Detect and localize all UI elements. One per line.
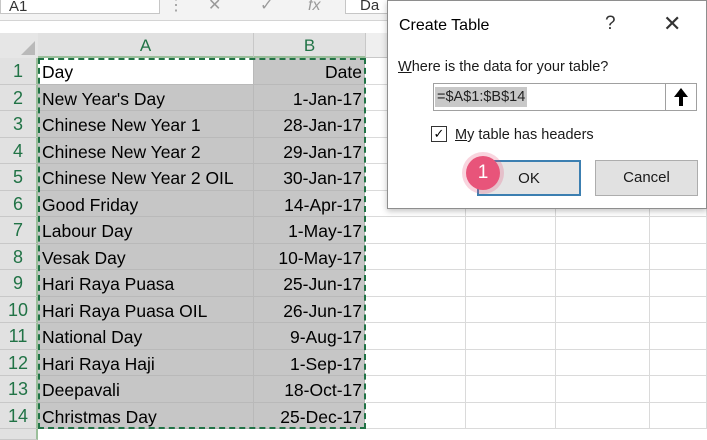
empty-cell[interactable] bbox=[556, 243, 650, 270]
row-header[interactable]: 11 bbox=[0, 323, 38, 350]
empty-cell[interactable] bbox=[650, 270, 707, 297]
empty-cell[interactable] bbox=[556, 217, 650, 244]
table-cell[interactable]: Vesak Day bbox=[38, 243, 254, 270]
row-header[interactable]: 12 bbox=[0, 349, 38, 376]
table-cell[interactable]: 14-Apr-17 bbox=[254, 190, 365, 217]
empty-cell[interactable] bbox=[466, 243, 556, 270]
checkbox-checked-icon[interactable]: ✓ bbox=[431, 126, 447, 142]
table-cell[interactable]: 1-May-17 bbox=[254, 217, 365, 244]
table-cell[interactable]: Date bbox=[254, 58, 365, 85]
empty-cell[interactable] bbox=[366, 243, 466, 270]
empty-cell[interactable] bbox=[556, 349, 650, 376]
table-cell[interactable]: Deepavali bbox=[38, 376, 254, 403]
table-cell[interactable]: 25-Jun-17 bbox=[254, 270, 365, 297]
empty-cell[interactable] bbox=[366, 217, 466, 244]
insert-function-button[interactable]: fx bbox=[308, 0, 320, 14]
table-cell[interactable]: 29-Jan-17 bbox=[254, 137, 365, 164]
column-header-a[interactable]: A bbox=[38, 33, 254, 58]
row-header[interactable]: 1 bbox=[0, 58, 38, 85]
row-header[interactable]: 7 bbox=[0, 217, 38, 244]
table-cell[interactable]: Hari Raya Haji bbox=[38, 349, 254, 376]
table-cell[interactable]: 1-Jan-17 bbox=[254, 84, 365, 111]
enter-entry-icon[interactable]: ✓ bbox=[260, 0, 273, 14]
more-options-icon[interactable]: ⋮ bbox=[168, 0, 184, 14]
empty-cell[interactable] bbox=[650, 217, 707, 244]
empty-cell[interactable] bbox=[366, 323, 466, 350]
cancel-entry-icon[interactable]: ✕ bbox=[208, 0, 221, 14]
empty-cell[interactable] bbox=[650, 296, 707, 323]
empty-cell[interactable] bbox=[366, 270, 466, 297]
empty-cell[interactable] bbox=[650, 243, 707, 270]
table-cell[interactable]: National Day bbox=[38, 323, 254, 350]
table-cell[interactable]: Christmas Day bbox=[38, 402, 254, 429]
row-header[interactable]: 10 bbox=[0, 296, 38, 323]
table-cell[interactable]: 1-Sep-17 bbox=[254, 349, 365, 376]
table-cell[interactable]: 30-Jan-17 bbox=[254, 164, 365, 191]
headers-checkbox-label[interactable]: My table has headers bbox=[455, 127, 594, 143]
empty-cell[interactable] bbox=[650, 349, 707, 376]
row-header[interactable]: 2 bbox=[0, 84, 38, 111]
table-cell[interactable]: Chinese New Year 2 OIL bbox=[38, 164, 254, 191]
empty-cell[interactable] bbox=[466, 323, 556, 350]
empty-cell[interactable] bbox=[366, 376, 466, 403]
help-icon[interactable]: ? bbox=[605, 13, 616, 35]
row-header[interactable]: 8 bbox=[0, 243, 38, 270]
row-header[interactable]: 9 bbox=[0, 270, 38, 297]
row-header[interactable]: 3 bbox=[0, 111, 38, 138]
empty-cell[interactable] bbox=[650, 323, 707, 350]
table-cell[interactable]: 9-Aug-17 bbox=[254, 323, 365, 350]
empty-cell[interactable] bbox=[650, 402, 707, 429]
empty-cell[interactable] bbox=[650, 376, 707, 403]
empty-cell[interactable] bbox=[556, 376, 650, 403]
table-cell[interactable]: 28-Jan-17 bbox=[254, 111, 365, 138]
step-badge: 1 bbox=[466, 156, 500, 190]
table-cell[interactable]: New Year's Day bbox=[38, 84, 254, 111]
column-header-b[interactable]: B bbox=[254, 33, 366, 58]
row-header[interactable]: 5 bbox=[0, 164, 38, 191]
row-header[interactable] bbox=[0, 429, 38, 440]
cancel-button[interactable]: Cancel bbox=[595, 160, 698, 196]
create-table-dialog: Create Table ? ✕ Where is the data for y… bbox=[387, 0, 707, 209]
empty-cell[interactable] bbox=[466, 376, 556, 403]
empty-cell[interactable] bbox=[366, 296, 466, 323]
table-range-input[interactable]: =$A$1:$B$14 bbox=[433, 83, 697, 111]
table-cell[interactable]: Hari Raya Puasa bbox=[38, 270, 254, 297]
empty-cell[interactable] bbox=[366, 402, 466, 429]
empty-cell[interactable] bbox=[466, 349, 556, 376]
table-cell[interactable]: Day bbox=[38, 58, 254, 85]
empty-cell[interactable] bbox=[556, 323, 650, 350]
row-header[interactable]: 14 bbox=[0, 402, 38, 429]
range-value[interactable]: =$A$1:$B$14 bbox=[435, 87, 528, 107]
empty-cell[interactable] bbox=[466, 270, 556, 297]
row-header[interactable]: 4 bbox=[0, 137, 38, 164]
range-question-label: Where is the data for your table? bbox=[398, 59, 609, 75]
empty-cell[interactable] bbox=[466, 402, 556, 429]
row-header[interactable]: 6 bbox=[0, 190, 38, 217]
table-cell[interactable]: 25-Dec-17 bbox=[254, 402, 365, 429]
select-all-corner[interactable] bbox=[0, 33, 39, 59]
empty-cell[interactable] bbox=[556, 296, 650, 323]
table-cell[interactable]: Chinese New Year 1 bbox=[38, 111, 254, 138]
table-cell[interactable]: Labour Day bbox=[38, 217, 254, 244]
row-header[interactable]: 13 bbox=[0, 376, 38, 403]
close-icon[interactable]: ✕ bbox=[663, 11, 681, 37]
empty-cell[interactable] bbox=[466, 217, 556, 244]
table-cell[interactable]: Good Friday bbox=[38, 190, 254, 217]
table-cell[interactable]: Hari Raya Puasa OIL bbox=[38, 296, 254, 323]
empty-cell[interactable] bbox=[466, 296, 556, 323]
table-cell[interactable]: 18-Oct-17 bbox=[254, 376, 365, 403]
empty-cell[interactable] bbox=[366, 349, 466, 376]
dialog-title: Create Table bbox=[399, 17, 490, 34]
empty-cell[interactable] bbox=[556, 402, 650, 429]
name-box[interactable]: A1 bbox=[0, 0, 160, 14]
empty-cell[interactable] bbox=[556, 270, 650, 297]
table-cell[interactable]: Chinese New Year 2 bbox=[38, 137, 254, 164]
table-cell[interactable]: 26-Jun-17 bbox=[254, 296, 365, 323]
collapse-dialog-icon[interactable] bbox=[665, 84, 696, 110]
table-cell[interactable]: 10-May-17 bbox=[254, 243, 365, 270]
